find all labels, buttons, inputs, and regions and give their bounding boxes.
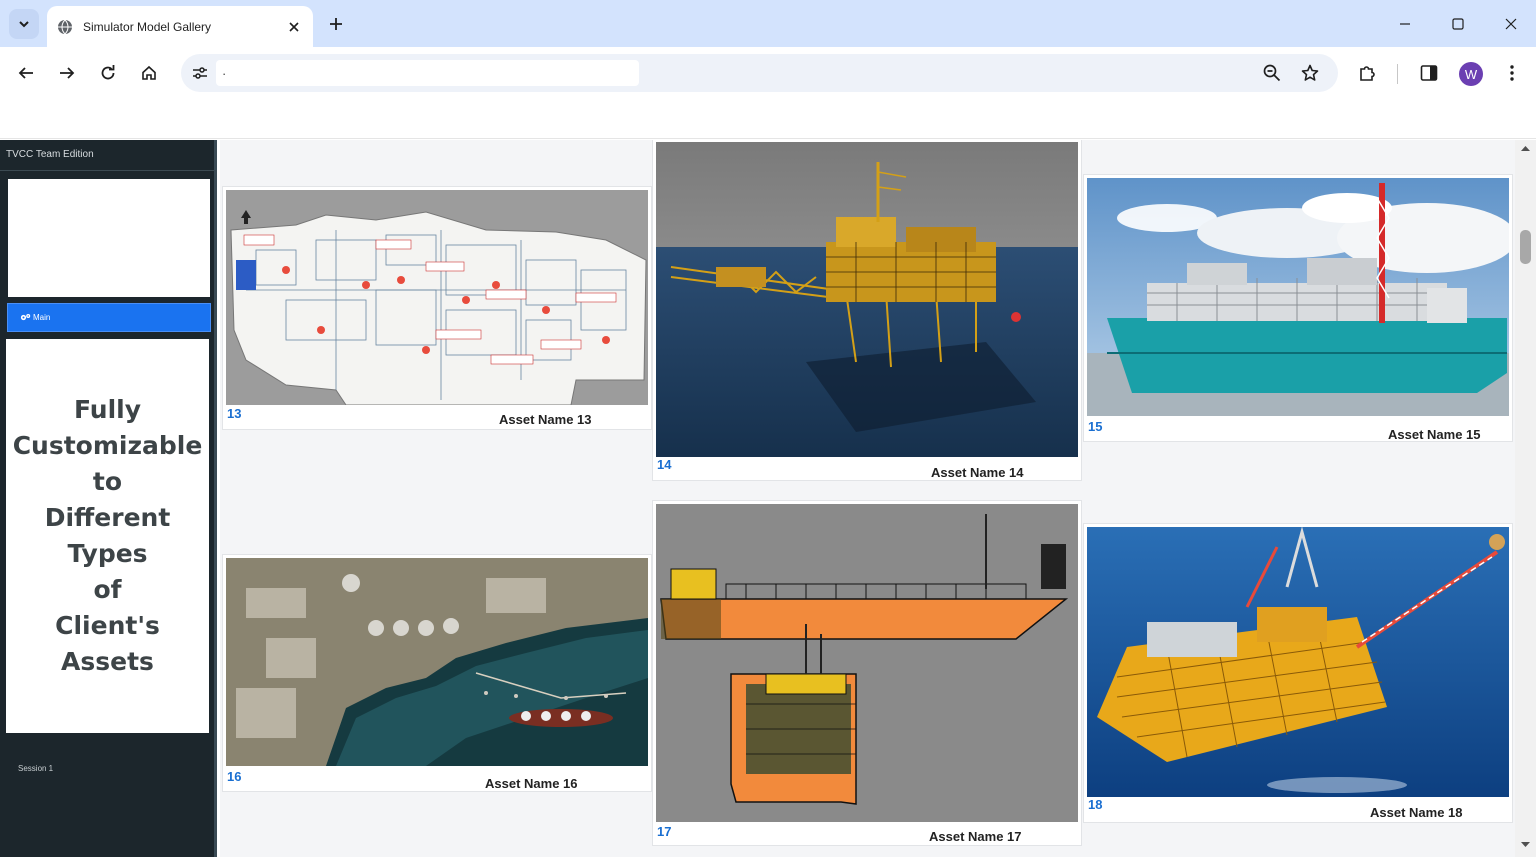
forward-button[interactable] — [52, 58, 82, 88]
asset-thumbnail-aerial-terminal[interactable] — [226, 558, 648, 766]
new-tab-button[interactable] — [323, 11, 349, 37]
reload-icon — [101, 65, 115, 80]
asset-card[interactable]: 15 Asset Name 15 — [1083, 174, 1513, 442]
tab-simulator-gallery[interactable]: Simulator Model Gallery — [47, 6, 313, 47]
sidebar-divider — [0, 170, 214, 171]
scrollbar-thumb[interactable] — [1520, 230, 1531, 264]
reload-button[interactable] — [93, 58, 123, 88]
minimize-icon — [1400, 23, 1410, 25]
home-icon — [142, 65, 156, 80]
browser-toolbar — [0, 47, 1536, 99]
app-title: TVCC Team Edition — [6, 149, 94, 160]
tune-icon — [193, 67, 207, 79]
asset-name: Asset Name 13 — [499, 412, 592, 427]
site-info-button[interactable] — [189, 62, 211, 84]
scroll-down-arrow-icon[interactable] — [1520, 840, 1531, 849]
tab-title: Simulator Model Gallery — [83, 19, 212, 34]
back-button[interactable] — [11, 58, 41, 88]
zoom-out-icon — [1263, 64, 1281, 82]
puzzle-icon — [1360, 66, 1375, 81]
scroll-up-arrow-icon[interactable] — [1520, 144, 1531, 153]
menu-button[interactable] — [1497, 58, 1527, 88]
asset-card[interactable]: 18 Asset Name 18 — [1083, 523, 1513, 823]
close-icon — [1505, 18, 1517, 30]
more-vert-icon — [1510, 65, 1514, 81]
logo-area — [8, 179, 210, 297]
extensions-button[interactable] — [1352, 58, 1382, 88]
address-bar-input[interactable] — [216, 60, 639, 86]
asset-number: 16 — [227, 769, 242, 784]
asset-number: 13 — [227, 406, 242, 421]
maximize-button[interactable] — [1443, 9, 1473, 39]
promo-text: Fully Customizable to Different Types of… — [12, 395, 203, 676]
home-button[interactable] — [134, 58, 164, 88]
arrow-right-icon — [60, 67, 75, 79]
asset-thumbnail-offshore-rig[interactable] — [1087, 527, 1509, 797]
asset-thumbnail-offshore-platform[interactable] — [656, 142, 1078, 457]
asset-thumbnail-fpso-elevation[interactable] — [656, 504, 1078, 822]
tab-close-icon[interactable] — [285, 18, 303, 36]
asset-number: 15 — [1088, 419, 1103, 434]
omnibox — [181, 54, 1338, 92]
asset-name: Asset Name 14 — [931, 465, 1024, 480]
maximize-icon — [1452, 18, 1464, 30]
sidebar-item-main[interactable]: Main — [7, 303, 211, 332]
gallery-grid: 13 Asset Name 13 14 Asset Name 14 15 Ass… — [220, 140, 1515, 857]
asset-name: Asset Name 17 — [929, 829, 1022, 844]
globe-icon — [58, 19, 72, 34]
gears-icon — [20, 314, 31, 321]
asset-name: Asset Name 18 — [1370, 805, 1463, 820]
asset-number: 14 — [657, 457, 672, 472]
asset-card[interactable]: 14 Asset Name 14 — [652, 140, 1082, 481]
zoom-button[interactable] — [1261, 62, 1283, 84]
asset-card[interactable]: 16 Asset Name 16 — [222, 554, 652, 792]
page-header-space — [0, 99, 1536, 139]
profile-avatar[interactable]: W — [1459, 62, 1483, 86]
star-icon — [1301, 64, 1319, 81]
tab-search-button[interactable] — [9, 9, 39, 39]
asset-number: 17 — [657, 824, 672, 839]
asset-number: 18 — [1088, 797, 1103, 812]
session-label: Session 1 — [18, 764, 54, 773]
close-window-button[interactable] — [1496, 9, 1526, 39]
side-panel-button[interactable] — [1414, 58, 1444, 88]
side-panel-icon — [1420, 65, 1438, 81]
promo-card: Fully Customizable to Different Types of… — [6, 339, 209, 733]
tab-strip: Simulator Model Gallery — [0, 0, 1536, 47]
sidebar-item-label: Main — [33, 313, 51, 322]
minimize-button[interactable] — [1390, 9, 1420, 39]
arrow-left-icon — [18, 67, 33, 79]
toolbar-divider — [1397, 64, 1398, 84]
asset-name: Asset Name 16 — [485, 776, 578, 791]
asset-card[interactable]: 13 Asset Name 13 — [222, 186, 652, 430]
bookmark-button[interactable] — [1299, 62, 1321, 84]
chevron-down-icon — [19, 21, 29, 28]
asset-name: Asset Name 15 — [1388, 427, 1481, 442]
asset-thumbnail-plant-layout[interactable] — [226, 190, 648, 405]
plus-icon — [330, 18, 342, 30]
app-sidebar: TVCC Team Edition Main Fully Customizabl… — [0, 140, 217, 857]
asset-card[interactable]: 17 Asset Name 17 — [652, 500, 1082, 846]
page-scrollbar[interactable] — [1515, 140, 1536, 857]
asset-thumbnail-flng-vessel[interactable] — [1087, 178, 1509, 416]
